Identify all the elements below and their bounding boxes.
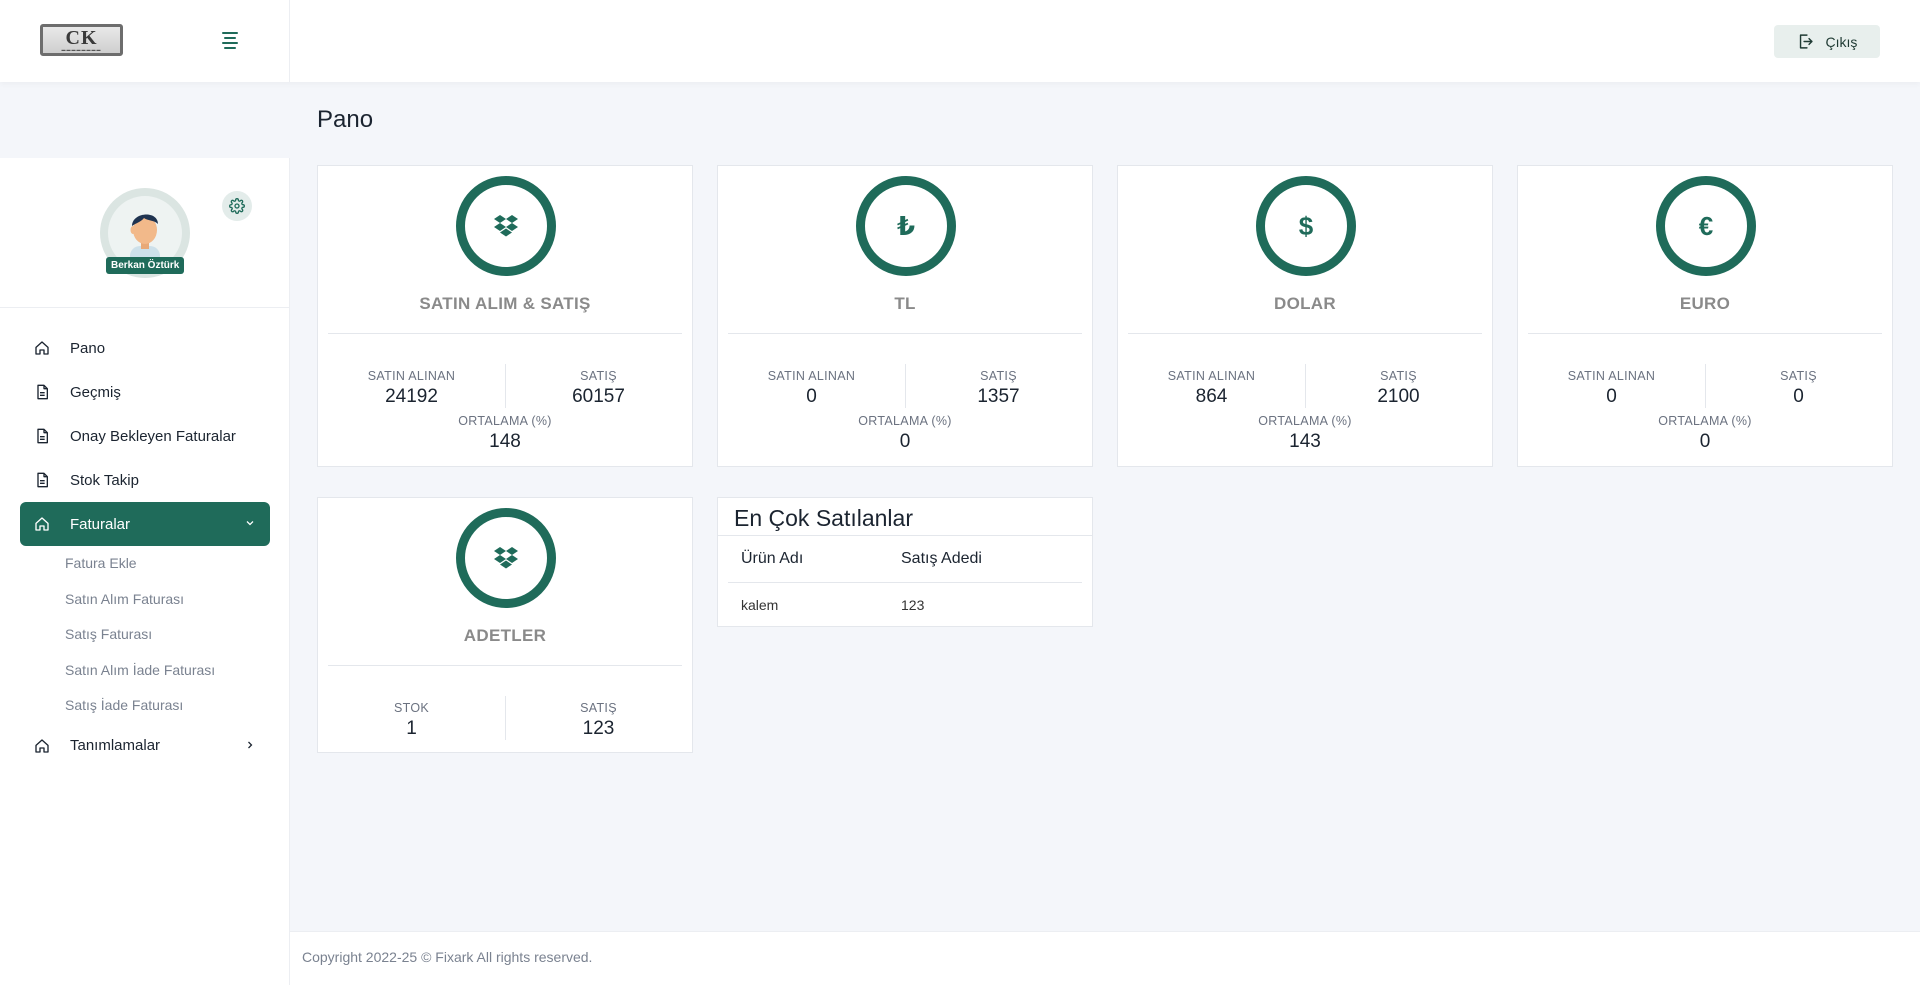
sidebar-item-faturalar[interactable]: Faturalar [20,502,270,546]
sidebar-item-label: Stok Takip [70,471,139,489]
card-title: EURO [1679,294,1731,313]
sales-label: SATIŞ [580,701,617,715]
sidebar-item-label: Faturalar [70,515,131,533]
company-logo[interactable]: CK ▬▬▬▬▬▬▬▬ [40,24,123,56]
document-icon [37,384,48,400]
top-sellers-card: En Çok Satılanlar Ürün Adı Satış Adedi k… [717,497,1093,627]
top-sellers-title: En Çok Satılanlar [734,505,913,531]
dollar-icon: $ [1256,176,1356,276]
card-title: SATIN ALIM & SATIŞ [419,294,591,313]
user-profile: Berkan Öztürk [0,158,289,308]
dropbox-icon [456,508,556,608]
dropbox-icon [456,176,556,276]
average-value: 0 [899,431,911,452]
stat-card-dolar: $ DOLAR SATIN ALINAN 864 SATIŞ 2100 ORTA… [1117,165,1493,467]
chevron-right-icon [248,741,253,748]
settings-button[interactable] [222,191,252,221]
sidebar-item-gecmis[interactable]: Geçmiş [20,370,270,414]
sidebar-item-onay-bekleyen-faturalar[interactable]: Onay Bekleyen Faturalar [20,414,270,458]
column-header-sales-count: Satış Adedi [901,550,982,567]
average-value: 0 [1699,431,1711,452]
logout-label: Çıkış [1825,33,1858,50]
sidebar-item-label: Tanımlamalar [70,737,161,754]
submenu-item-satis-faturasi[interactable]: Satış Faturası [65,617,290,653]
purchased-value: 864 [1195,386,1228,407]
menu-toggle-icon[interactable] [220,32,240,50]
stock-value: 1 [406,718,417,739]
chevron-down-icon [246,521,254,526]
purchased-label: SATIN ALINAN [367,369,456,383]
sales-value: 0 [1793,386,1804,407]
stock-label: STOK [393,701,429,715]
submenu-item-satin-alim-faturasi[interactable]: Satın Alım Faturası [65,582,290,618]
page-title: Pano [317,106,374,133]
card-title: ADETLER [463,626,547,645]
purchased-value: 24192 [385,386,438,407]
average-label: ORTALAMA (%) [1258,414,1352,428]
footer: Copyright 2022-25 © Fixark All rights re… [290,931,1920,985]
sales-label: SATIŞ [1780,369,1817,383]
table-header-row: Ürün Adı Satış Adedi [728,536,1082,583]
top-sellers-table: Ürün Adı Satış Adedi kalem 123 [728,536,1082,626]
average-value: 143 [1289,431,1321,452]
logout-button[interactable]: Çıkış [1774,25,1880,58]
purchased-value: 0 [1606,386,1617,407]
gear-icon [229,198,245,214]
sidebar-nav: Pano Geçmiş Onay Bekleyen Faturalar Stok… [0,326,290,768]
average-value: 148 [489,431,521,452]
purchased-label: SATIN ALINAN [767,369,856,383]
average-label: ORTALAMA (%) [1658,414,1752,428]
document-icon [37,472,48,488]
sidebar: Berkan Öztürk Pano Geçmiş Onay Bekleyen … [0,158,290,985]
sales-value: 123 [582,718,615,739]
card-title: DOLAR [1274,294,1336,313]
euro-icon: € [1656,176,1756,276]
document-icon [37,428,48,444]
card-title: TL [894,294,916,313]
submenu-item-satin-alim-iade-faturasi[interactable]: Satın Alım İade Faturası [65,653,290,689]
home-icon [35,738,49,753]
home-icon [35,517,49,531]
home-icon [35,341,49,355]
table-row: kalem 123 [728,583,1082,626]
purchased-label: SATIN ALINAN [1167,369,1256,383]
sales-label: SATIŞ [980,369,1017,383]
stat-card-satin-alim-satis: SATIN ALIM & SATIŞ SATIN ALINAN 24192 SA… [317,165,693,467]
user-name-badge: Berkan Öztürk [106,257,185,274]
sidebar-item-tanimlamalar[interactable]: Tanımlamalar [20,724,270,768]
sidebar-item-label: Pano [70,339,106,357]
brand-area: CK ▬▬▬▬▬▬▬▬ [0,0,290,82]
copyright-text: Copyright 2022-25 © Fixark All rights re… [302,949,593,965]
stat-card-euro: € EURO SATIN ALINAN 0 SATIŞ 0 ORTALAMA (… [1517,165,1893,467]
table-cell-product-name: kalem [741,596,779,613]
sales-label: SATIŞ [580,369,617,383]
main-content: Pano SATIN ALIM & SATIŞ SATIN ALINAN 241… [290,82,1920,985]
lira-icon: ₺ [856,176,956,276]
sales-value: 2100 [1377,386,1420,407]
faturalar-submenu: Fatura Ekle Satın Alım Faturası Satış Fa… [0,546,290,724]
table-cell-sales-count: 123 [901,596,925,613]
average-label: ORTALAMA (%) [458,414,552,428]
sales-label: SATIŞ [1380,369,1417,383]
top-bar: CK ▬▬▬▬▬▬▬▬ Çıkış [0,0,1920,82]
sidebar-item-label: Geçmiş [70,383,121,401]
sidebar-item-stok-takip[interactable]: Stok Takip [20,458,270,502]
sales-value: 1357 [977,386,1020,407]
sales-value: 60157 [572,386,625,407]
stat-card-adetler: ADETLER STOK 1 SATIŞ 123 [317,497,693,753]
stat-card-tl: ₺ TL SATIN ALINAN 0 SATIŞ 1357 ORTALAMA … [717,165,1093,467]
logout-icon [1799,34,1813,49]
submenu-item-satis-iade-faturasi[interactable]: Satış İade Faturası [65,688,290,724]
sidebar-item-label: Onay Bekleyen Faturalar [70,427,236,445]
average-label: ORTALAMA (%) [858,414,952,428]
sidebar-item-pano[interactable]: Pano [20,326,270,370]
purchased-label: SATIN ALINAN [1567,369,1656,383]
purchased-value: 0 [806,386,817,407]
submenu-item-fatura-ekle[interactable]: Fatura Ekle [65,546,290,582]
column-header-product-name: Ürün Adı [741,550,804,567]
